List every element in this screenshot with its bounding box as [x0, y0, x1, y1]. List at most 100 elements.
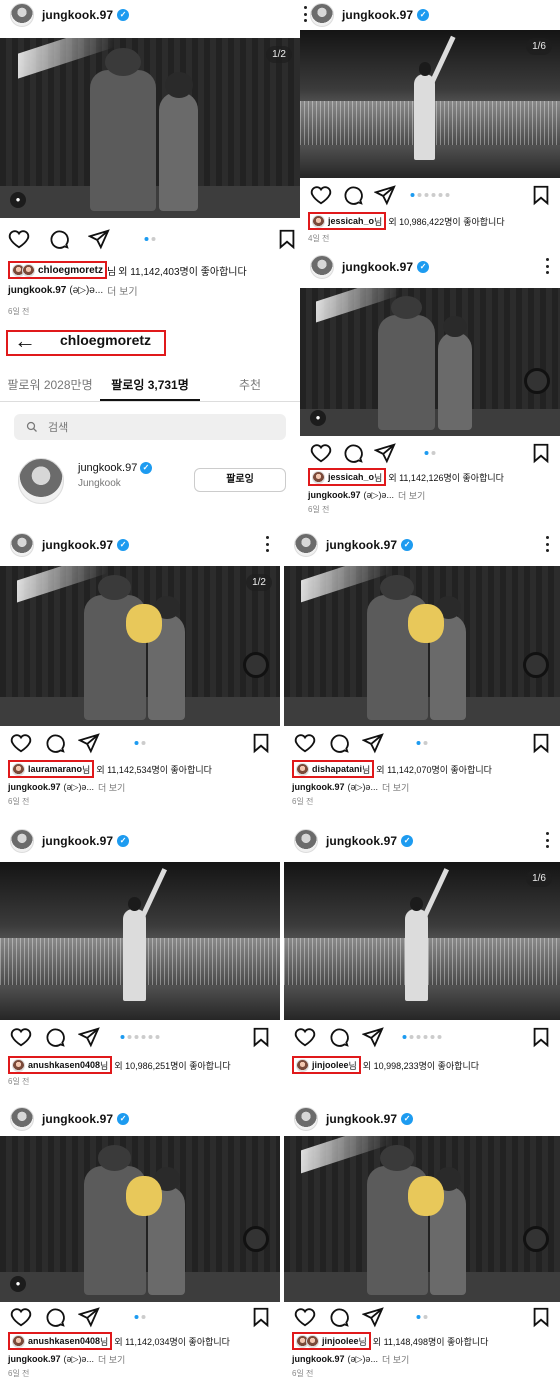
- comment-icon[interactable]: [44, 1306, 66, 1328]
- avatar[interactable]: [294, 1107, 318, 1131]
- back-arrow-icon[interactable]: ←: [14, 328, 36, 354]
- liker-highlight[interactable]: anushkasen0408 님: [8, 1056, 113, 1074]
- bookmark-icon[interactable]: [250, 1026, 272, 1048]
- tab-following[interactable]: 팔로잉 3,731명: [100, 370, 200, 401]
- bookmark-icon[interactable]: [530, 1306, 552, 1328]
- share-icon[interactable]: [77, 1026, 100, 1048]
- username[interactable]: jungkook.97: [42, 538, 113, 552]
- comment-icon[interactable]: [44, 1026, 66, 1048]
- heart-icon[interactable]: [10, 732, 32, 754]
- liker-highlight[interactable]: lauramarano 님: [8, 760, 95, 778]
- share-icon[interactable]: [361, 732, 384, 754]
- avatar[interactable]: [18, 458, 64, 504]
- bookmark-icon[interactable]: [530, 1026, 552, 1048]
- post-photo[interactable]: [0, 862, 280, 1020]
- more-link[interactable]: 더 보기: [107, 283, 137, 298]
- user-tag-icon[interactable]: ●: [10, 1276, 26, 1292]
- more-vertical-icon[interactable]: [546, 832, 550, 848]
- share-icon[interactable]: [77, 732, 100, 754]
- more-vertical-icon[interactable]: [266, 536, 270, 552]
- more-link[interactable]: 더 보기: [398, 489, 425, 502]
- liker-highlight[interactable]: jinjoolee 님: [292, 1056, 361, 1074]
- post-photo[interactable]: 1/2 ●: [0, 38, 300, 218]
- heart-icon[interactable]: [8, 228, 30, 250]
- caption-user[interactable]: jungkook.97: [292, 1354, 345, 1364]
- avatar[interactable]: [10, 533, 34, 557]
- avatar[interactable]: [294, 829, 318, 853]
- caption-user[interactable]: jungkook.97: [8, 285, 66, 296]
- caption-user[interactable]: jungkook.97: [308, 490, 361, 500]
- share-icon[interactable]: [373, 184, 396, 206]
- post-photo[interactable]: [284, 1136, 560, 1302]
- bookmark-icon[interactable]: [530, 442, 552, 464]
- heart-icon[interactable]: [294, 732, 316, 754]
- user-tag-icon[interactable]: ●: [310, 410, 326, 426]
- post-photo[interactable]: [284, 566, 560, 726]
- share-icon[interactable]: [361, 1306, 384, 1328]
- post-photo[interactable]: 1/6: [284, 862, 560, 1020]
- more-link[interactable]: 더 보기: [382, 1353, 409, 1366]
- username[interactable]: jungkook.97: [326, 834, 397, 848]
- comment-icon[interactable]: [44, 732, 66, 754]
- avatar[interactable]: [10, 1107, 34, 1131]
- comment-icon[interactable]: [328, 1026, 350, 1048]
- liker-highlight[interactable]: dishapatani 님: [292, 760, 375, 778]
- post-photo[interactable]: ●: [300, 288, 560, 436]
- username[interactable]: jungkook.97: [326, 1112, 397, 1126]
- following-row[interactable]: jungkook.97 ✓ Jungkook 팔로잉: [0, 456, 300, 504]
- search-input[interactable]: 검색: [14, 414, 286, 440]
- bookmark-icon[interactable]: [250, 1306, 272, 1328]
- post-photo[interactable]: 1/6: [300, 30, 560, 178]
- liker-highlight[interactable]: jessicah_o 님: [308, 212, 387, 230]
- comment-icon[interactable]: [342, 442, 364, 464]
- heart-icon[interactable]: [10, 1306, 32, 1328]
- liker-highlight[interactable]: jinjoolee 님: [292, 1332, 371, 1350]
- bookmark-icon[interactable]: [530, 732, 552, 754]
- bookmark-icon[interactable]: [530, 184, 552, 206]
- more-link[interactable]: 더 보기: [98, 781, 125, 794]
- share-icon[interactable]: [373, 442, 396, 464]
- liker-highlight[interactable]: chloegmoretz: [8, 261, 108, 279]
- heart-icon[interactable]: [294, 1306, 316, 1328]
- comment-icon[interactable]: [328, 1306, 350, 1328]
- bookmark-icon[interactable]: [250, 732, 272, 754]
- share-icon[interactable]: [77, 1306, 100, 1328]
- heart-icon[interactable]: [294, 1026, 316, 1048]
- avatar[interactable]: [310, 3, 334, 27]
- user-tag-icon[interactable]: ●: [10, 192, 26, 208]
- liker-highlight[interactable]: jessicah_o 님: [308, 468, 387, 486]
- liker-highlight[interactable]: anushkasen0408 님: [8, 1332, 113, 1350]
- heart-icon[interactable]: [310, 184, 332, 206]
- more-vertical-icon[interactable]: [304, 6, 308, 22]
- more-vertical-icon[interactable]: [546, 258, 550, 274]
- share-icon[interactable]: [87, 228, 110, 250]
- caption-user[interactable]: jungkook.97: [292, 782, 345, 792]
- caption-user[interactable]: jungkook.97: [8, 782, 61, 792]
- avatar[interactable]: [310, 255, 334, 279]
- avatar[interactable]: [10, 3, 34, 27]
- comment-icon[interactable]: [328, 732, 350, 754]
- post-photo[interactable]: 1/2: [0, 566, 280, 726]
- bookmark-icon[interactable]: [276, 228, 298, 250]
- avatar[interactable]: [294, 533, 318, 557]
- more-link[interactable]: 더 보기: [98, 1353, 125, 1366]
- username[interactable]: jungkook.97: [326, 538, 397, 552]
- avatar[interactable]: [10, 829, 34, 853]
- comment-icon[interactable]: [48, 228, 70, 250]
- tab-suggested[interactable]: 추천: [200, 370, 300, 401]
- heart-icon[interactable]: [10, 1026, 32, 1048]
- username[interactable]: jungkook.97: [42, 834, 113, 848]
- username[interactable]: jungkook.97: [42, 8, 113, 22]
- caption-user[interactable]: jungkook.97: [8, 1354, 61, 1364]
- username[interactable]: jungkook.97: [42, 1112, 113, 1126]
- following-button[interactable]: 팔로잉: [194, 468, 286, 492]
- tab-followers[interactable]: 팔로워 2028만명: [0, 370, 100, 401]
- username[interactable]: jungkook.97: [342, 8, 413, 22]
- share-icon[interactable]: [361, 1026, 384, 1048]
- heart-icon[interactable]: [310, 442, 332, 464]
- more-link[interactable]: 더 보기: [382, 781, 409, 794]
- comment-icon[interactable]: [342, 184, 364, 206]
- username[interactable]: jungkook.97: [342, 260, 413, 274]
- row-username[interactable]: jungkook.97: [78, 462, 137, 474]
- more-vertical-icon[interactable]: [546, 536, 550, 552]
